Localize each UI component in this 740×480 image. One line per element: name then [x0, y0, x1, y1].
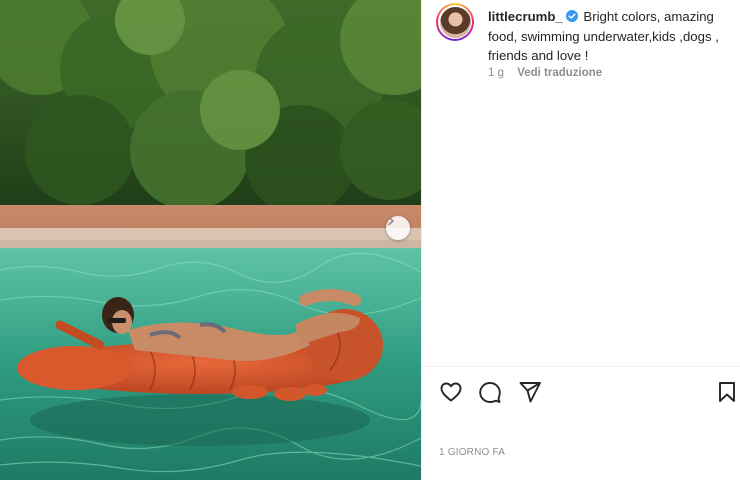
bookmark-icon	[715, 380, 739, 409]
post-caption: littlecrumb_ Bright colors, amazing food…	[488, 7, 732, 66]
post-photo[interactable]	[0, 0, 421, 480]
post-image	[0, 0, 421, 480]
post-sidebar: littlecrumb_ Bright colors, amazing food…	[421, 0, 740, 480]
post-date: 1 GIORNO FA	[439, 447, 506, 458]
comment-button[interactable]	[477, 381, 503, 407]
carousel-next-button[interactable]	[386, 216, 410, 240]
avatar-ring	[438, 5, 472, 39]
relative-time: 1 g	[488, 67, 504, 79]
save-button[interactable]	[714, 381, 740, 407]
comment-icon	[478, 380, 502, 409]
share-button[interactable]	[517, 381, 543, 407]
see-translation-link[interactable]: Vedi traduzione	[517, 67, 602, 79]
avatar[interactable]	[436, 3, 474, 41]
avatar-image	[439, 6, 471, 38]
verified-badge-icon	[565, 10, 578, 22]
heart-icon	[439, 380, 463, 409]
like-button[interactable]	[438, 381, 464, 407]
username-link[interactable]: littlecrumb_	[488, 9, 563, 24]
caption-meta: 1 g Vedi traduzione	[488, 67, 602, 79]
send-icon	[518, 380, 542, 409]
actions-divider	[422, 366, 740, 367]
